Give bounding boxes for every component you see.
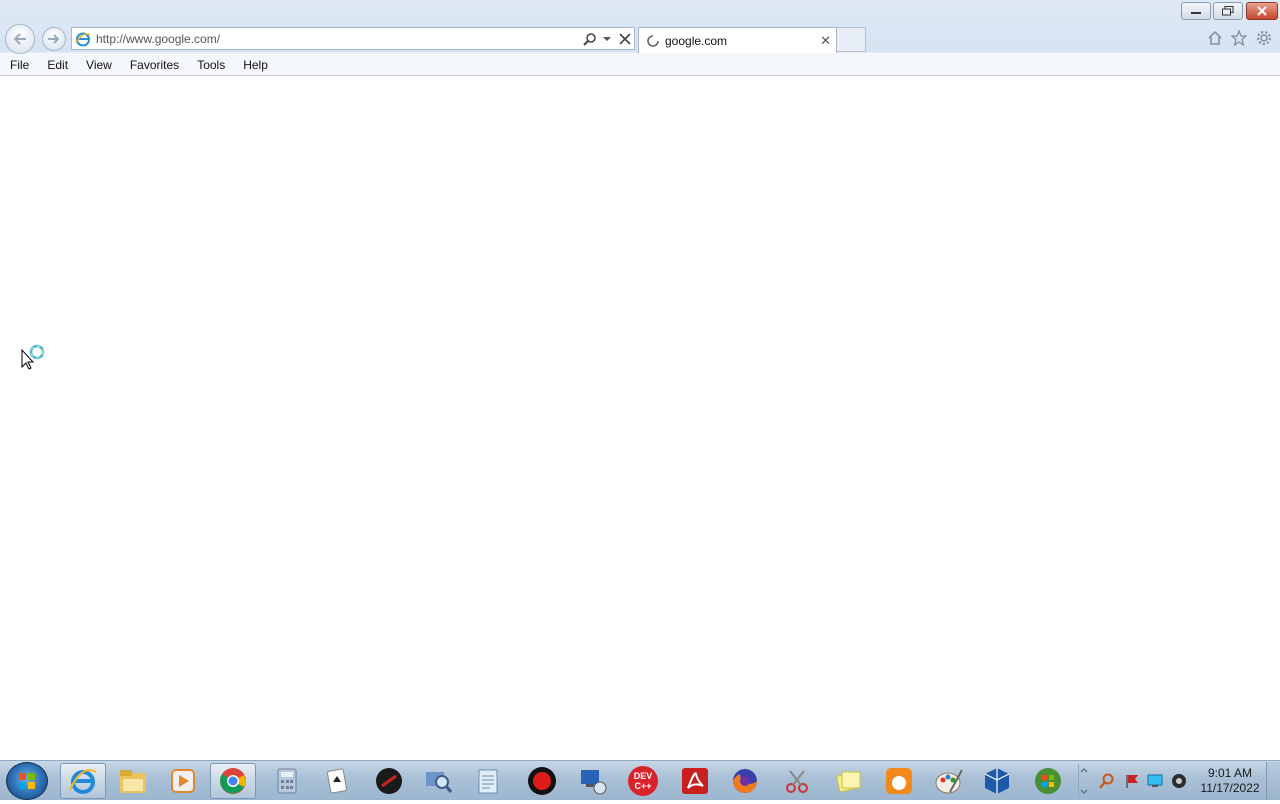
forward-button[interactable] bbox=[42, 27, 66, 51]
tab-google[interactable]: google.com ✕ bbox=[638, 27, 837, 53]
close-button[interactable] bbox=[1246, 2, 1278, 20]
busy-cursor-icon bbox=[21, 344, 45, 370]
chrome-icon bbox=[220, 768, 246, 794]
back-button[interactable] bbox=[5, 24, 35, 54]
uc-browser-icon bbox=[886, 768, 912, 794]
menu-bar: File Edit View Favorites Tools Help bbox=[0, 55, 275, 75]
taskbar-paint[interactable] bbox=[926, 763, 972, 799]
taskbar-windows[interactable] bbox=[1025, 763, 1071, 799]
devcpp-icon: DEV C++ bbox=[628, 766, 658, 796]
taskbar-scroll[interactable] bbox=[1078, 764, 1090, 798]
taskbar-internet-explorer[interactable] bbox=[60, 763, 106, 799]
menu-favorites[interactable]: Favorites bbox=[119, 55, 186, 75]
record-icon bbox=[528, 767, 556, 795]
taskbar-calculator[interactable] bbox=[264, 763, 310, 799]
taskbar-acrobat[interactable] bbox=[672, 763, 718, 799]
windows-icon bbox=[1035, 768, 1061, 794]
media-player-icon bbox=[171, 769, 195, 793]
menu-view[interactable]: View bbox=[75, 55, 119, 75]
windows-logo-icon bbox=[19, 773, 35, 789]
menu-edit[interactable]: Edit bbox=[36, 55, 75, 75]
solitaire-icon bbox=[327, 768, 347, 794]
taskbar-media-player[interactable] bbox=[160, 763, 206, 799]
system-clock[interactable]: 9:01 AM 11/17/2022 bbox=[1196, 766, 1264, 796]
taskbar: DEV C++ 9:01 AM 11/17/2022 bbox=[0, 760, 1280, 800]
taskbar-recorder[interactable] bbox=[519, 763, 565, 799]
taskbar-firefox[interactable] bbox=[722, 763, 768, 799]
page-content[interactable] bbox=[0, 76, 1280, 760]
taskbar-windows-explorer[interactable] bbox=[110, 763, 156, 799]
taskbar-solitaire[interactable] bbox=[314, 763, 360, 799]
flag-icon[interactable] bbox=[1124, 773, 1140, 789]
notepad-icon bbox=[478, 769, 498, 794]
taskbar-snipping-tool[interactable] bbox=[774, 763, 820, 799]
star-icon[interactable] bbox=[1229, 29, 1249, 47]
show-desktop-button[interactable] bbox=[1266, 762, 1280, 800]
clock-time: 9:01 AM bbox=[1207, 766, 1253, 780]
home-icon[interactable] bbox=[1205, 29, 1225, 47]
minimize-icon bbox=[1191, 12, 1201, 14]
virtualbox-icon bbox=[984, 768, 1010, 794]
snipping-tool-icon bbox=[786, 770, 808, 793]
taskbar-chrome[interactable] bbox=[210, 763, 256, 799]
sticky-notes-icon bbox=[835, 771, 861, 793]
taskbar-devcpp[interactable]: DEV C++ bbox=[620, 763, 666, 799]
firefox-icon bbox=[733, 769, 757, 793]
address-bar[interactable] bbox=[71, 27, 635, 50]
taskbar-virtualbox[interactable] bbox=[974, 763, 1020, 799]
close-icon bbox=[1257, 6, 1267, 16]
address-input[interactable] bbox=[94, 29, 574, 48]
gear-icon[interactable] bbox=[1254, 29, 1274, 47]
internet-explorer-icon bbox=[72, 31, 94, 47]
paint-icon bbox=[935, 769, 963, 794]
chevron-up-icon bbox=[1080, 768, 1088, 794]
windows-explorer-icon bbox=[120, 770, 146, 793]
menu-tools[interactable]: Tools bbox=[186, 55, 232, 75]
loading-spinner-icon bbox=[647, 34, 659, 47]
new-tab-button[interactable] bbox=[837, 27, 866, 52]
volume-icon[interactable] bbox=[1171, 773, 1187, 789]
tab-title: google.com bbox=[665, 33, 728, 48]
acrobat-icon bbox=[682, 768, 708, 794]
browser-chrome: google.com ✕ File Edit View Favorites To… bbox=[0, 0, 1280, 76]
menu-help[interactable]: Help bbox=[232, 55, 275, 75]
internet-explorer-icon bbox=[69, 769, 97, 794]
remote-desktop-icon bbox=[581, 770, 607, 795]
taskbar-uc-browser[interactable] bbox=[876, 763, 922, 799]
tab-close-icon[interactable]: ✕ bbox=[820, 33, 831, 49]
arrow-right-icon bbox=[48, 34, 60, 44]
taskbar-sticky-notes[interactable] bbox=[826, 763, 872, 799]
restore-icon bbox=[1222, 6, 1234, 16]
restore-button[interactable] bbox=[1213, 2, 1243, 20]
search-icon[interactable] bbox=[582, 30, 598, 48]
game-icon bbox=[376, 768, 402, 794]
minimize-button[interactable] bbox=[1181, 2, 1211, 20]
devcpp-label-bottom: C++ bbox=[634, 781, 651, 791]
menu-file[interactable]: File bbox=[0, 55, 36, 75]
taskbar-game[interactable] bbox=[366, 763, 412, 799]
search-tray-icon[interactable] bbox=[1099, 773, 1115, 789]
taskbar-notepad[interactable] bbox=[465, 763, 511, 799]
devcpp-label-top: DEV bbox=[634, 771, 653, 781]
magnifier-icon bbox=[426, 772, 453, 793]
clock-date: 11/17/2022 bbox=[1200, 781, 1260, 795]
arrow-left-icon bbox=[13, 33, 26, 45]
taskbar-remote-desktop[interactable] bbox=[570, 763, 616, 799]
calculator-icon bbox=[277, 768, 297, 794]
network-icon[interactable] bbox=[1147, 773, 1163, 789]
chevron-down-icon[interactable] bbox=[599, 30, 615, 48]
start-button[interactable] bbox=[6, 762, 48, 800]
taskbar-magnifier[interactable] bbox=[415, 763, 461, 799]
stop-icon[interactable] bbox=[617, 30, 633, 48]
